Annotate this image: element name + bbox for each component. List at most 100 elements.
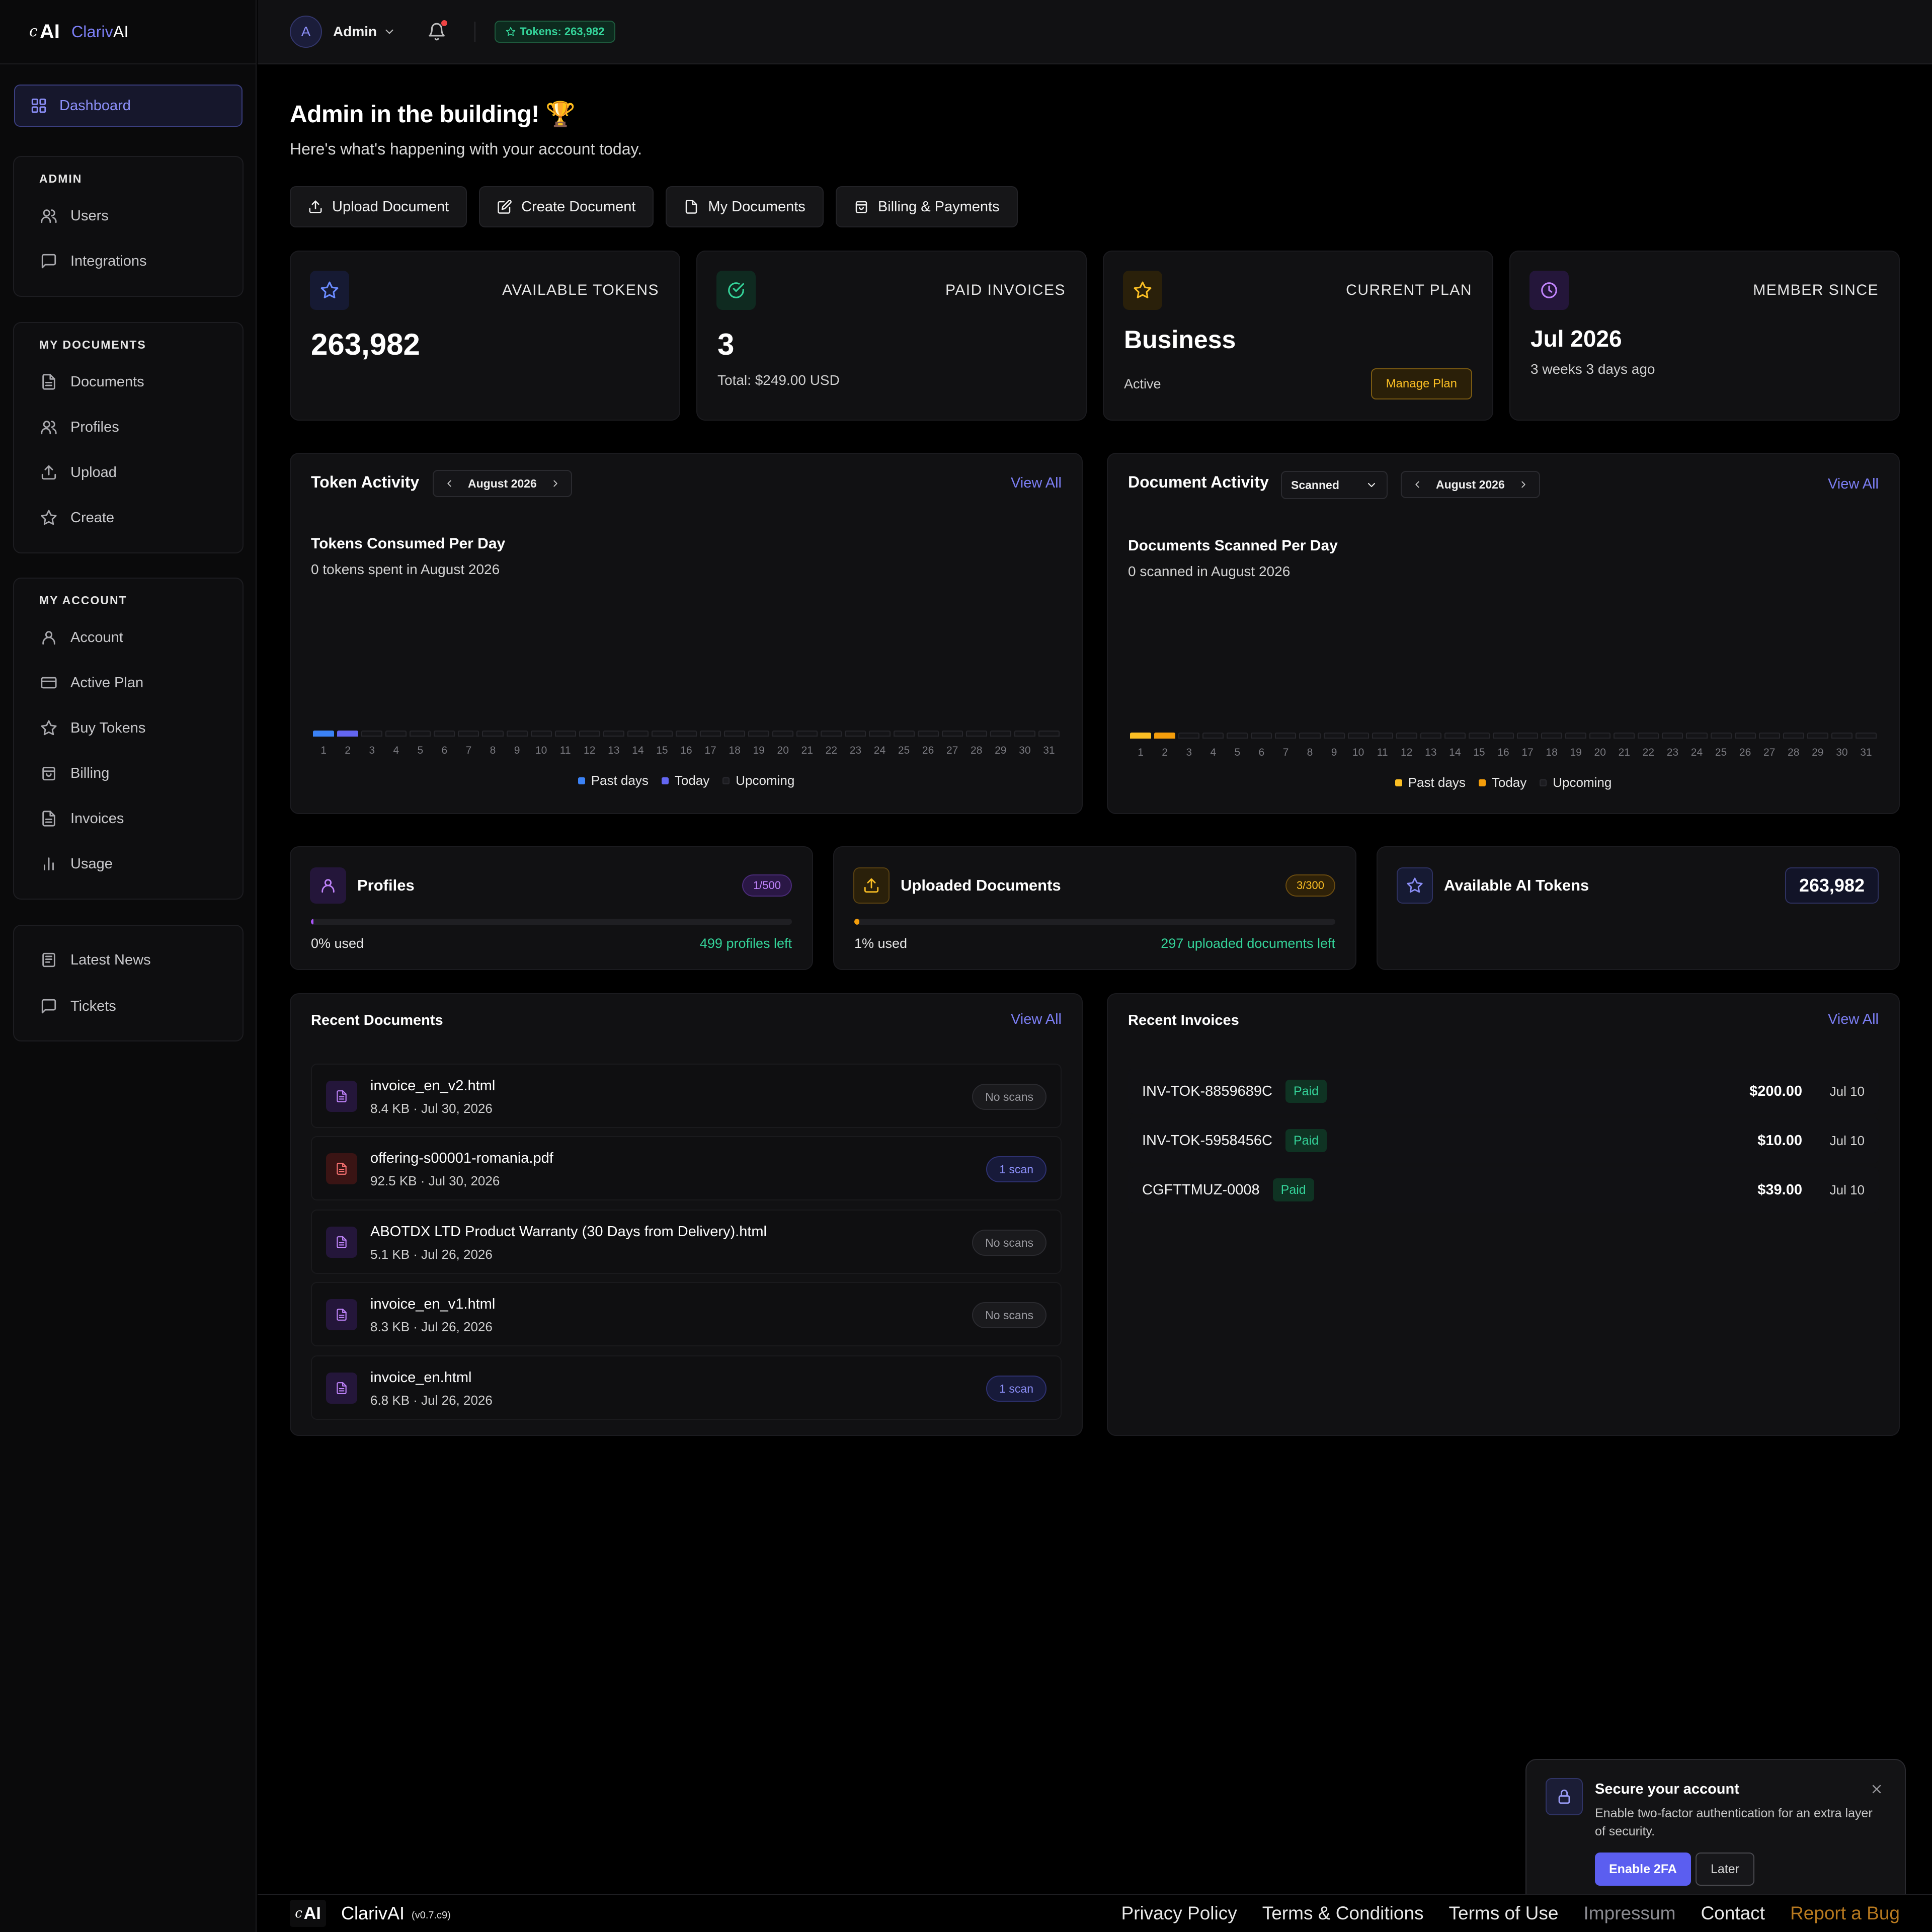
logo-c: c [295,1906,302,1921]
chevron-down-icon [1368,483,1375,487]
chart-tick-label: 17 [1521,747,1534,758]
invoice-row[interactable]: INV-TOK-5958456C Paid $10.00 Jul 10 [1128,1118,1879,1163]
footer-link-privacy[interactable]: Privacy Policy [1121,1903,1237,1924]
chart-bar [990,731,1011,737]
sidebar-item-billing[interactable]: Billing [14,751,243,796]
footer-link-terms-of-use[interactable]: Terms of Use [1449,1903,1559,1924]
brand[interactable]: c AI ClarivAI [0,0,256,64]
invoice-row[interactable]: CGFTTMUZ-0008 Paid $39.00 Jul 10 [1128,1167,1879,1213]
sidebar-item-upload[interactable]: Upload [14,450,243,495]
sidebar-item-create[interactable]: Create [14,495,243,540]
sidebar-item-tickets[interactable]: Tickets [14,983,243,1029]
footer-brand: ClarivAI [341,1903,405,1923]
create-document-button[interactable]: Create Document [479,186,654,227]
sidebar-item-users[interactable]: Users [14,193,243,238]
chevron-right-icon[interactable] [1518,479,1529,490]
user-menu-name[interactable]: Admin [333,24,377,40]
sidebar-item-invoices[interactable]: Invoices [14,796,243,841]
chevron-right-icon[interactable] [550,478,561,489]
later-button[interactable]: Later [1696,1853,1754,1886]
document-row[interactable]: invoice_en.html 6.8 KB · Jul 26, 2026 1 … [311,1355,1062,1420]
stat-card-plan: CURRENT PLAN Business Active Manage Plan [1103,251,1493,421]
sidebar-item-label: Usage [70,855,113,872]
chart-tick-label: 2 [1162,747,1168,758]
chart-tick-label: 10 [535,745,547,756]
document-row[interactable]: invoice_en_v2.html 8.4 KB · Jul 30, 2026… [311,1064,1062,1128]
document-meta: 6.8 KB · Jul 26, 2026 [370,1393,493,1408]
sidebar-item-documents[interactable]: Documents [14,359,243,405]
sidebar-item-latest-news[interactable]: Latest News [14,937,243,983]
sidebar-item-account[interactable]: Account [14,615,243,660]
chevron-left-icon[interactable] [444,478,455,489]
sidebar-item-buy-tokens[interactable]: Buy Tokens [14,705,243,751]
sidebar-item-dashboard[interactable]: Dashboard [14,85,243,127]
toast-text: Enable two-factor authentication for an … [1595,1806,1873,1838]
document-row[interactable]: offering-s00001-romania.pdf 92.5 KB · Ju… [311,1136,1062,1200]
document-row[interactable]: invoice_en_v1.html 8.3 KB · Jul 26, 2026… [311,1282,1062,1346]
chart-tick-label: 12 [1401,747,1413,758]
footer-link-terms-conditions[interactable]: Terms & Conditions [1262,1903,1424,1924]
upload-icon [309,200,322,213]
chart-tick-label: 6 [441,745,448,756]
billing-payments-button[interactable]: Billing & Payments [835,186,1018,227]
chart-bar [1662,733,1683,739]
sidebar-item-label: Latest News [70,951,151,968]
file-html-icon [326,1081,357,1112]
chevron-down-icon[interactable] [383,25,396,38]
invoice-row[interactable]: INV-TOK-8859689C Paid $200.00 Jul 10 [1128,1069,1879,1114]
enable-2fa-button[interactable]: Enable 2FA [1595,1853,1691,1886]
chart-summary: 0 tokens spent in August 2026 [311,561,500,577]
footer-link-contact[interactable]: Contact [1701,1903,1765,1924]
view-all-link[interactable]: View All [1011,475,1062,492]
chart-tick-label: 5 [417,745,424,756]
activity-type-select[interactable]: Scanned [1281,471,1388,499]
upload-document-button[interactable]: Upload Document [290,186,467,227]
star-icon [506,27,516,36]
chart-bar [579,731,600,737]
footer-link-report-bug[interactable]: Report a Bug [1790,1903,1900,1924]
sidebar-item-integrations[interactable]: Integrations [14,238,243,284]
user-icon [42,631,55,645]
chart-bar [1038,731,1060,737]
sidebar-item-label: Invoices [70,810,124,827]
document-name: invoice_en_v1.html [370,1296,496,1312]
chart-tick-label: 31 [1860,747,1872,758]
avatar[interactable]: A [290,16,322,48]
document-row[interactable]: ABOTDX LTD Product Warranty (30 Days fro… [311,1210,1062,1274]
view-all-link[interactable]: View All [1828,1011,1879,1028]
scan-badge: 1 scan [986,1156,1046,1182]
stat-value: 3 [717,328,735,361]
my-documents-button[interactable]: My Documents [666,186,824,227]
document-name: invoice_en.html [370,1370,472,1386]
month-label: August 2026 [468,476,537,490]
ai-tokens-card: Available AI Tokens 263,982 [1377,846,1900,970]
brand-name: ClarivAI [71,23,129,41]
manage-plan-button[interactable]: Manage Plan [1371,368,1472,399]
close-icon[interactable] [1870,1782,1884,1796]
view-all-link[interactable]: View All [1828,476,1879,493]
sidebar-item-label: Profiles [70,419,119,435]
recent-invoices-card: Recent Invoices View All INV-TOK-8859689… [1107,993,1900,1436]
stat-label: AVAILABLE TOKENS [502,282,659,298]
upload-icon [41,465,56,480]
view-all-link[interactable]: View All [1011,1011,1062,1028]
chevron-left-icon[interactable] [1412,479,1423,490]
token-balance-badge[interactable]: Tokens: 263,982 [495,21,616,43]
sidebar-item-usage[interactable]: Usage [14,841,243,887]
sidebar-item-label: Tickets [70,998,116,1014]
sidebar-item-label: Billing [70,765,110,781]
stat-sub: 3 weeks 3 days ago [1531,361,1655,377]
notifications-button[interactable] [427,20,448,41]
stat-value: Jul 2026 [1531,326,1622,352]
footer-link-impressum[interactable]: Impressum [1583,1903,1675,1924]
sidebar-item-active-plan[interactable]: Active Plan [14,660,243,705]
chart-bar [506,731,528,737]
button-label: My Documents [708,198,806,215]
chart-bar [893,731,915,737]
legend-swatch [578,777,585,784]
chart-bars [1130,733,1877,739]
chart-tick-label: 16 [680,745,692,756]
chart-bar [1396,733,1417,739]
sidebar-item-profiles[interactable]: Profiles [14,405,243,450]
month-selector: August 2026 [1401,471,1540,498]
